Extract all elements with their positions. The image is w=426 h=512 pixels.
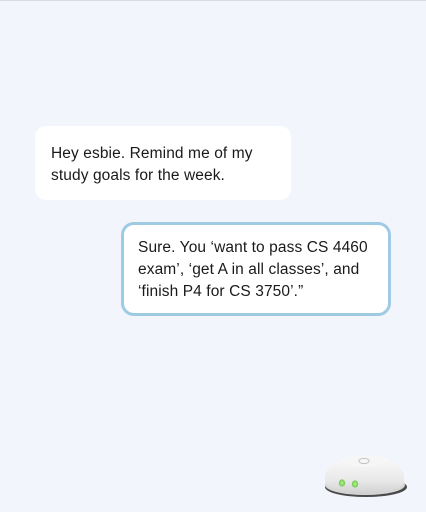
user-message-line: study goals for the week. (51, 167, 225, 184)
assistant-message-line: Sure. You ‘want to pass CS 4460 (138, 239, 368, 256)
assistant-message-bubble: Sure. You ‘want to pass CS 4460 exam’, ‘… (121, 222, 391, 316)
assistant-message-line: ‘finish P4 for CS 3750’.” (138, 283, 304, 300)
chat-screen: Hey esbie. Remind me of my study goals f… (0, 0, 426, 512)
user-message-line: Hey esbie. Remind me of my (51, 145, 253, 162)
user-message-bubble: Hey esbie. Remind me of my study goals f… (35, 126, 291, 200)
smart-speaker-icon[interactable] (322, 447, 408, 499)
assistant-message-line: exam’, ‘get A in all classes’, and (138, 261, 360, 278)
